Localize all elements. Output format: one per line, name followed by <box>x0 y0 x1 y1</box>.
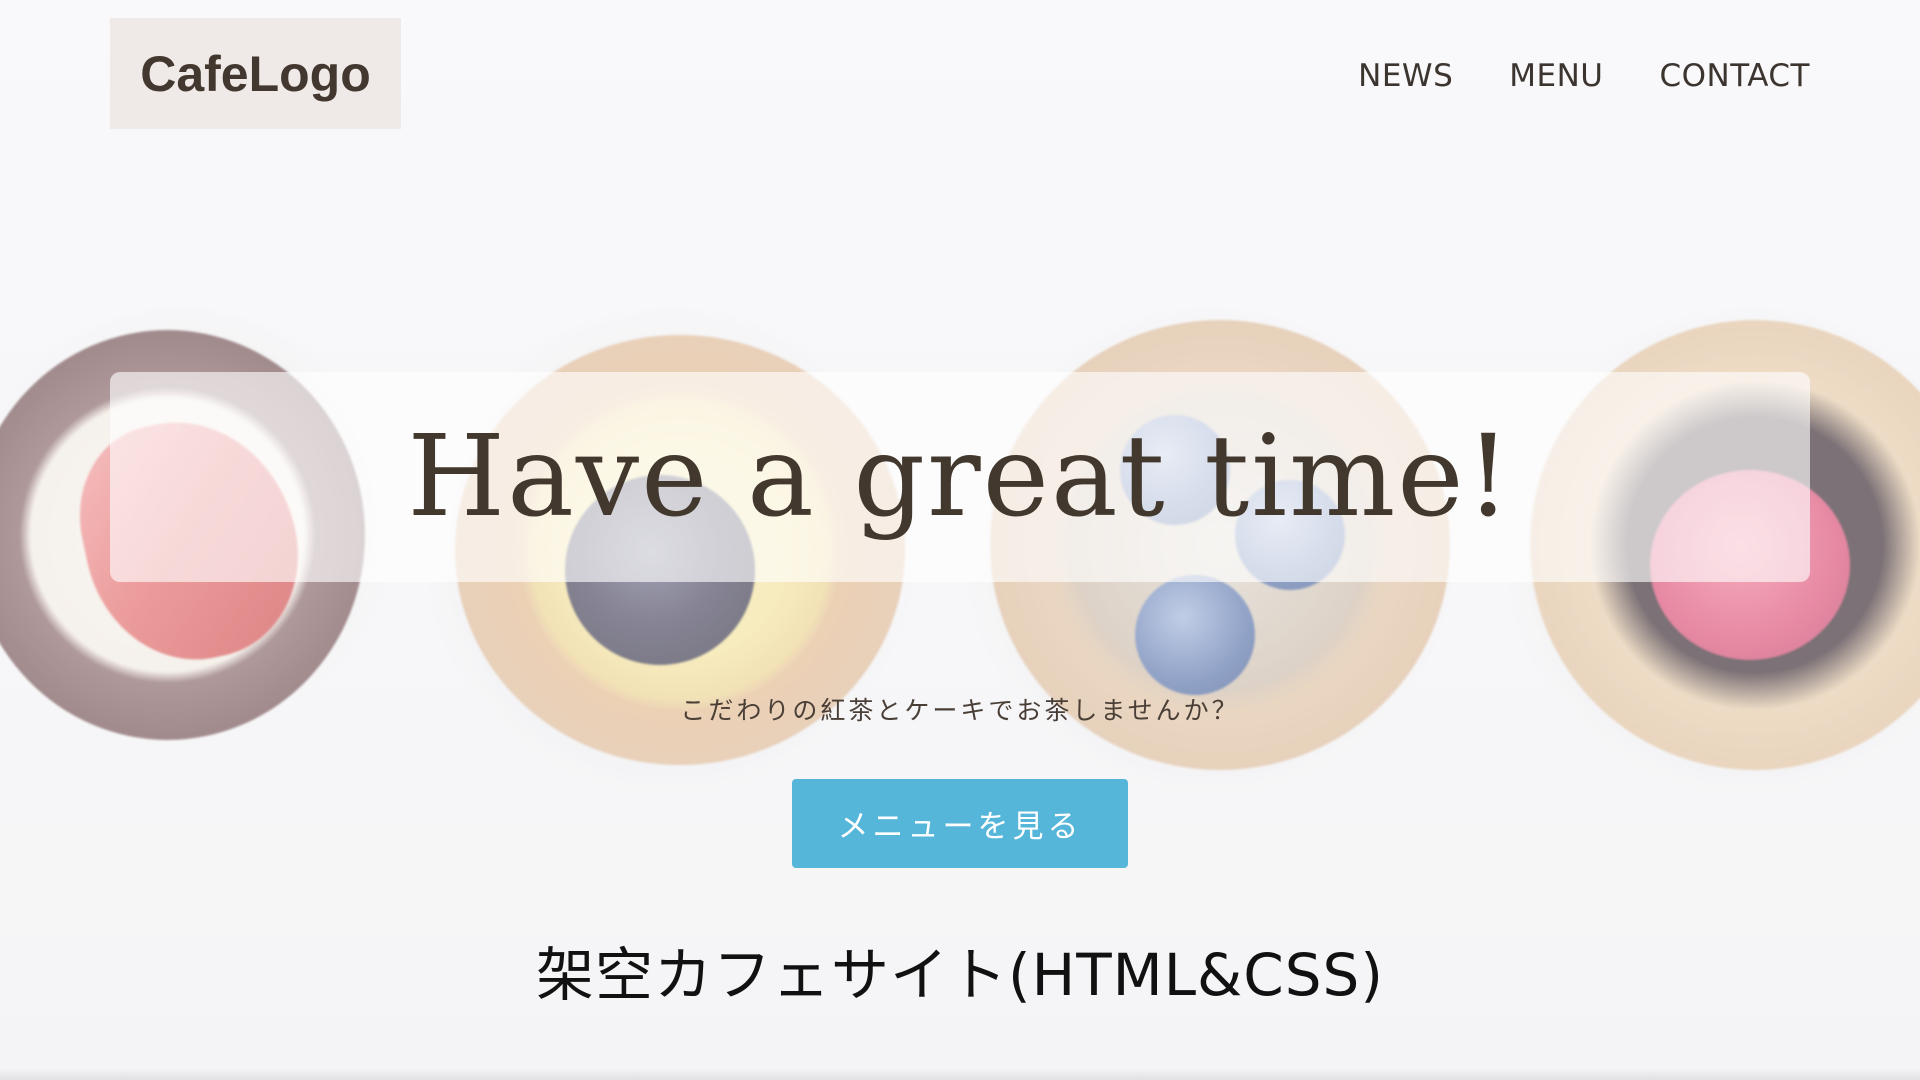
bottom-edge <box>0 1068 1920 1080</box>
site-logo[interactable]: CafeLogo <box>110 18 401 129</box>
view-menu-button[interactable]: メニューを見る <box>792 779 1128 868</box>
nav-link-contact[interactable]: CONTACT <box>1659 58 1810 94</box>
nav-link-news[interactable]: NEWS <box>1358 58 1453 94</box>
hero-headline: Have a great time! <box>407 412 1513 542</box>
main-nav: NEWS MENU CONTACT <box>1358 58 1810 94</box>
video-caption: 架空カフェサイト(HTML&CSS) <box>535 941 1384 1009</box>
nav-link-menu[interactable]: MENU <box>1509 58 1603 94</box>
headline-panel: Have a great time! <box>110 372 1810 582</box>
logo-text: CafeLogo <box>140 45 371 102</box>
hero-tagline: こだわりの紅茶とケーキでお茶しませんか？ <box>680 696 1240 725</box>
